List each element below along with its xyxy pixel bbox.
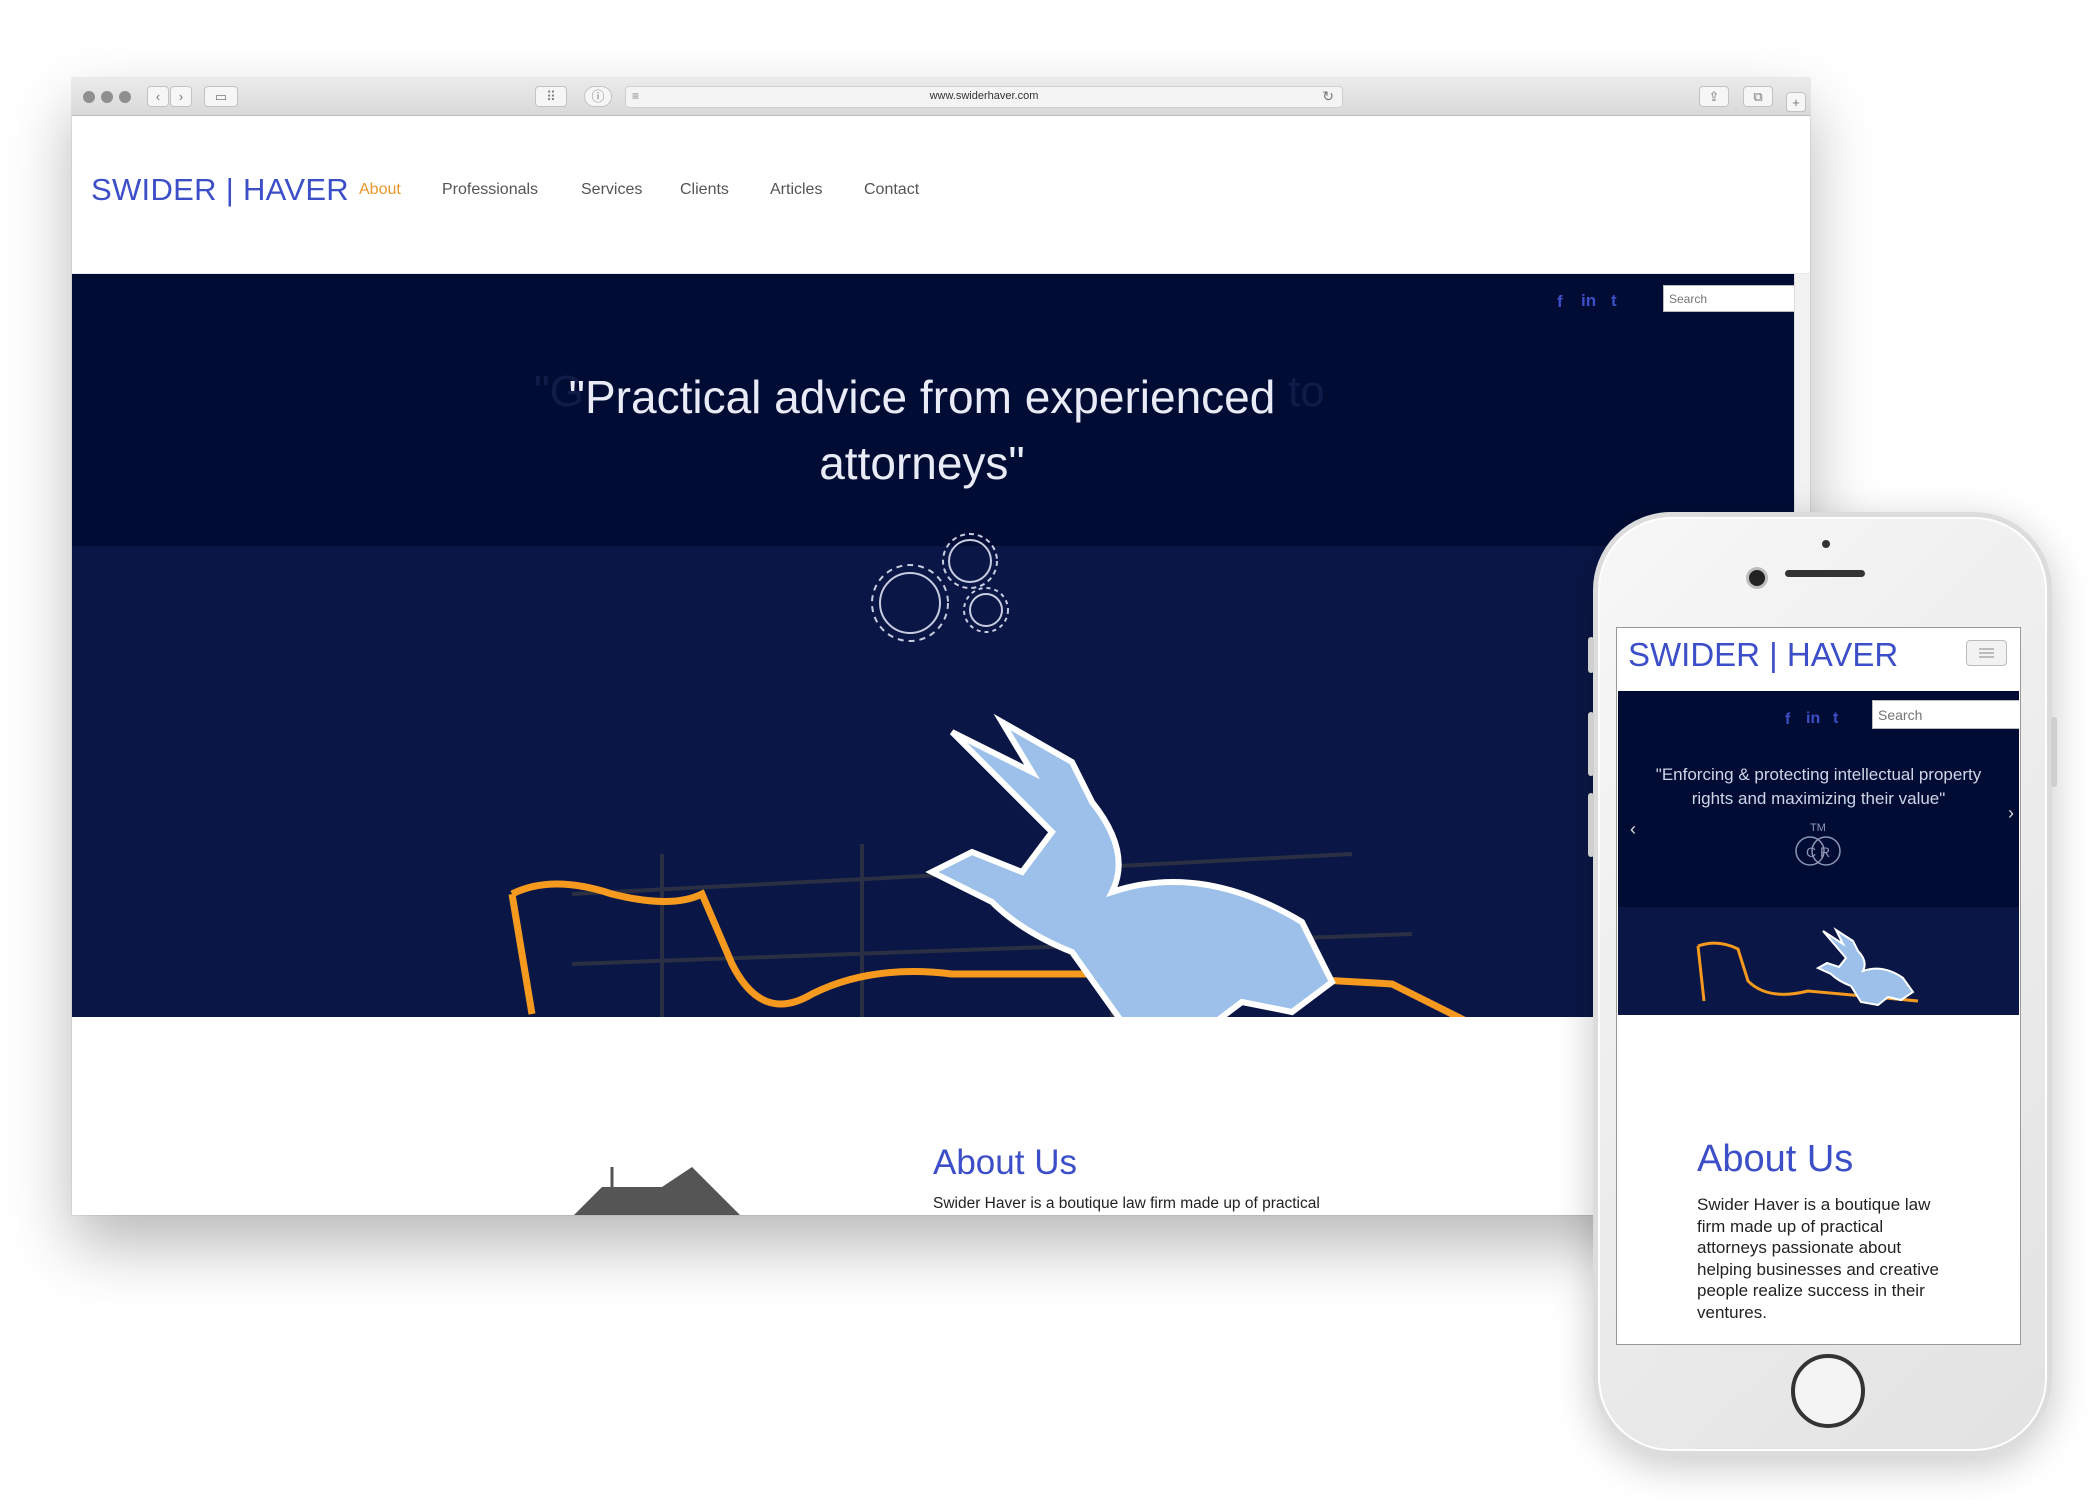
- power-button: [2051, 717, 2057, 787]
- nav-professionals[interactable]: Professionals: [442, 181, 538, 199]
- about-text: Swider Haver is a boutique law firm made…: [933, 1195, 1320, 1215]
- mobile-linkedin-icon[interactable]: in: [1806, 710, 1820, 728]
- home-button[interactable]: [1791, 1354, 1865, 1428]
- phone-mockup: SWIDER | HAVER f in t "Enforcing & prote…: [1588, 512, 2057, 1456]
- nav-clients[interactable]: Clients: [680, 181, 729, 199]
- volume-down-button: [1588, 793, 1594, 857]
- window-minimize-button[interactable]: [101, 91, 113, 103]
- address-bar[interactable]: ≡ www.swiderhaver.com ↻: [625, 86, 1343, 108]
- share-button[interactable]: ⇪: [1699, 86, 1729, 107]
- url-text: www.swiderhaver.com: [929, 90, 1039, 102]
- window-zoom-button[interactable]: [119, 91, 131, 103]
- about-title: About Us: [933, 1143, 1077, 1182]
- carousel-prev-arrow[interactable]: ‹: [1630, 819, 1636, 840]
- carousel-next-arrow[interactable]: ›: [2008, 803, 2014, 824]
- gears-icon: [871, 533, 1009, 642]
- hero-quote: "Practical advice from experienced attor…: [568, 371, 1276, 489]
- about-section: About Us Swider Haver is a boutique law …: [72, 1017, 1810, 1215]
- search-input[interactable]: [1663, 285, 1794, 312]
- mobile-site-logo[interactable]: SWIDER | HAVER: [1628, 636, 1898, 674]
- tabs-overview-button[interactable]: ⧉: [1743, 86, 1773, 107]
- mobile-about-text: Swider Haver is a boutique law firm made…: [1697, 1195, 1939, 1322]
- volume-up-button: [1588, 712, 1594, 776]
- browser-toolbar: ‹ › ▭ ⠿ ⓘ ≡ www.swiderhaver.com ↻ ⇪ ⧉ +: [72, 78, 1810, 116]
- reload-icon[interactable]: ↻: [1322, 88, 1334, 105]
- back-button[interactable]: ‹: [147, 86, 169, 107]
- facebook-icon[interactable]: f: [1557, 292, 1563, 312]
- hamburger-menu-button[interactable]: [1966, 640, 2007, 666]
- building-image: [574, 1167, 740, 1215]
- mobile-deer-neon-icon: [1815, 927, 1915, 1006]
- mobile-facebook-icon[interactable]: f: [1785, 711, 1790, 729]
- desktop-browser-window: ‹ › ▭ ⠿ ⓘ ≡ www.swiderhaver.com ↻ ⇪ ⧉ + …: [72, 78, 1810, 1215]
- linkedin-icon[interactable]: in: [1581, 291, 1596, 311]
- new-tab-button[interactable]: +: [1786, 92, 1806, 112]
- site-header: SWIDER | HAVER About Professionals Servi…: [72, 116, 1810, 274]
- mute-switch: [1588, 637, 1594, 673]
- front-camera: [1749, 570, 1765, 586]
- hamburger-icon: [1979, 648, 1994, 658]
- trademark-copyright-icon: TM C R: [1795, 822, 1841, 866]
- proximity-sensor: [1822, 540, 1830, 548]
- hero-banner: f in t "G to "Practical advice from expe…: [72, 274, 1794, 1017]
- mobile-hero-quote: "Enforcing & protecting intellectual pro…: [1655, 765, 1982, 808]
- nav-services[interactable]: Services: [581, 181, 642, 199]
- sidebar-toggle-button[interactable]: ▭: [204, 86, 238, 107]
- mobile-search-input[interactable]: [1872, 700, 2019, 729]
- twitter-icon[interactable]: t: [1611, 291, 1617, 311]
- earpiece-speaker: [1785, 570, 1865, 577]
- nav-articles[interactable]: Articles: [770, 181, 822, 199]
- trademark-label: TM: [1810, 822, 1826, 834]
- mockup-stage: ‹ › ▭ ⠿ ⓘ ≡ www.swiderhaver.com ↻ ⇪ ⧉ + …: [0, 0, 2100, 1500]
- deer-neon-icon: [925, 713, 1336, 1017]
- mobile-about-title: About Us: [1697, 1138, 1854, 1180]
- site-logo[interactable]: SWIDER | HAVER: [91, 172, 349, 208]
- mobile-hero-banner: f in t "Enforcing & protecting intellect…: [1618, 691, 2019, 1015]
- privacy-report-icon[interactable]: ⓘ: [584, 86, 612, 107]
- copyright-registered-label: C R: [1806, 844, 1830, 860]
- nav-about[interactable]: About: [359, 181, 401, 199]
- phone-screen: SWIDER | HAVER f in t "Enforcing & prote…: [1616, 627, 2021, 1345]
- nav-contact[interactable]: Contact: [864, 181, 919, 199]
- top-sites-button[interactable]: ⠿: [535, 86, 567, 107]
- forward-button[interactable]: ›: [170, 86, 192, 107]
- mobile-twitter-icon[interactable]: t: [1833, 710, 1838, 728]
- window-close-button[interactable]: [83, 91, 95, 103]
